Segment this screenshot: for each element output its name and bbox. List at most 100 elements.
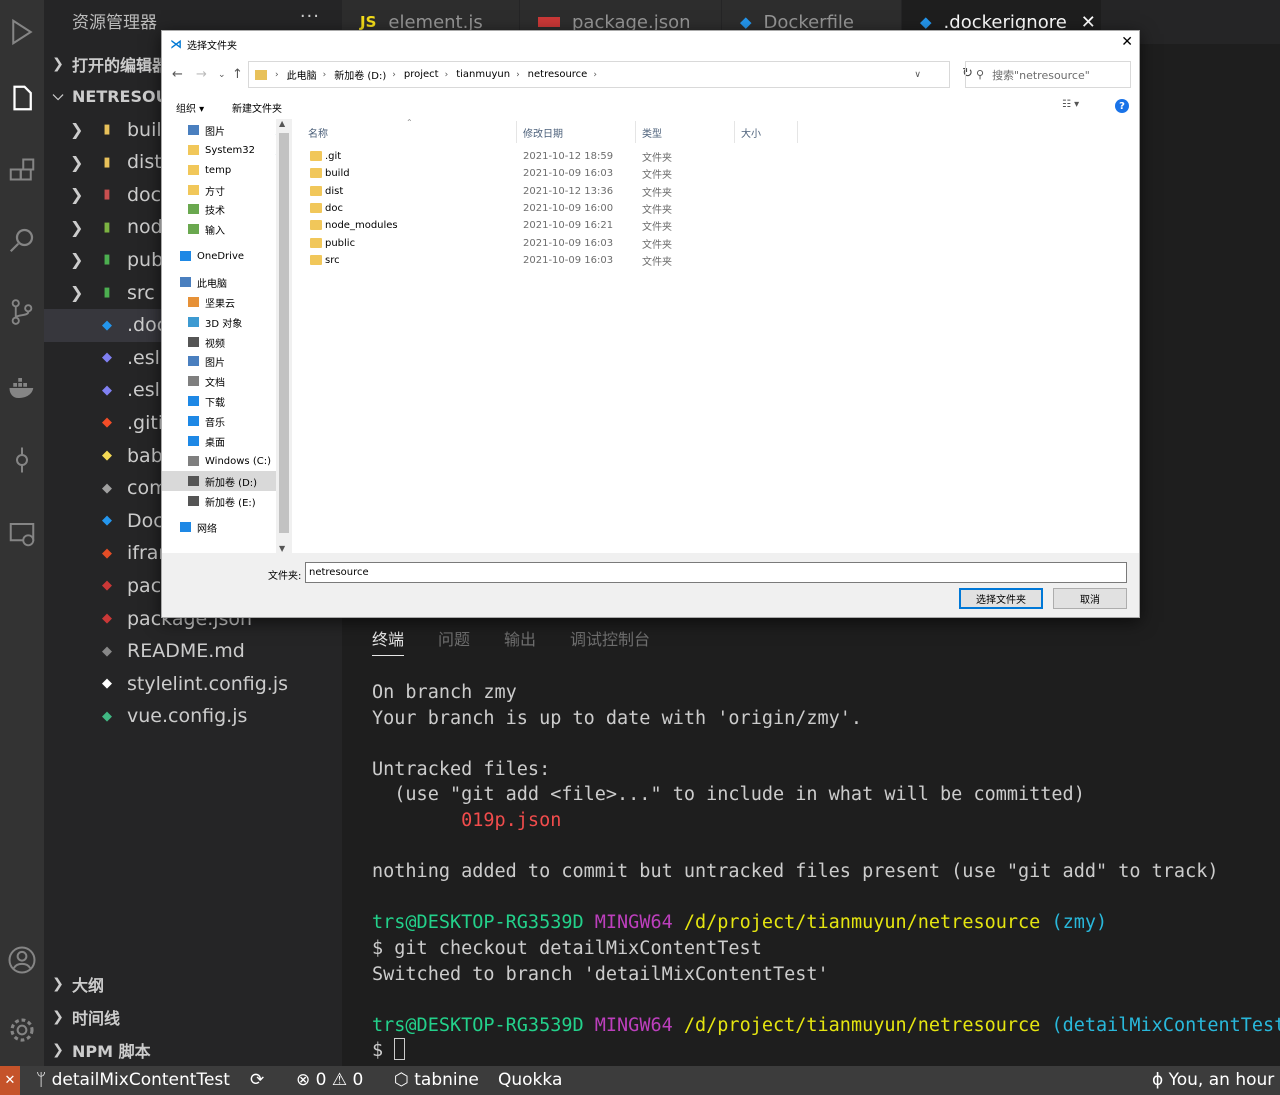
nav-scrollbar[interactable]: ▲ ▼	[276, 119, 292, 553]
nav-item[interactable]: 文档	[162, 371, 291, 391]
timeline-section[interactable]: ❯ 时间线	[44, 1001, 342, 1033]
tree-item[interactable]: ◆ README.md	[44, 635, 342, 668]
tab-problems[interactable]: 问题	[438, 626, 470, 656]
recent-dropdown-icon[interactable]: ⌄	[218, 70, 226, 80]
view-options-icon[interactable]: ☷ ▾	[1062, 99, 1079, 110]
scroll-down-icon[interactable]: ▼	[279, 544, 285, 553]
error-icon: ⊗	[296, 1070, 316, 1090]
search-icon: ⚲	[976, 68, 985, 81]
scrollbar-thumb[interactable]	[279, 133, 289, 533]
tabnine-status[interactable]: ⬡ tabnine	[394, 1070, 479, 1090]
scroll-up-icon[interactable]: ▲	[279, 119, 285, 128]
dialog-close-icon[interactable]: ✕	[1121, 34, 1133, 50]
file-icon: ◆	[102, 415, 112, 431]
search-icon[interactable]	[0, 218, 44, 262]
cancel-button[interactable]: 取消	[1053, 588, 1127, 609]
breadcrumb-item[interactable]: netresource	[528, 69, 588, 80]
file-row[interactable]: .git 2021-10-12 18:59 文件夹	[299, 148, 939, 165]
nav-item[interactable]: 图片	[162, 351, 291, 371]
nav-item[interactable]: 3D 对象	[162, 312, 291, 332]
up-arrow-icon[interactable]: ↑	[232, 67, 243, 82]
terminal-cursor	[394, 1038, 406, 1061]
folder-name-input[interactable]: netresource	[305, 562, 1127, 583]
organize-button[interactable]: 组织 ▾	[176, 100, 204, 115]
breadcrumb-separator: ›	[322, 69, 327, 80]
file-row[interactable]: src 2021-10-09 16:03 文件夹	[299, 252, 939, 269]
nav-item[interactable]: 新加卷 (E:)	[162, 491, 291, 511]
npm-scripts-section[interactable]: ❯ NPM 脚本	[44, 1034, 342, 1066]
run-debug-icon[interactable]	[0, 10, 44, 54]
address-dropdown-icon[interactable]: ∨	[914, 70, 921, 80]
nav-item[interactable]: 此电脑	[162, 272, 291, 292]
forward-arrow-icon[interactable]: →	[196, 67, 207, 82]
nav-item[interactable]: Windows (C:)	[162, 451, 291, 471]
tab-output[interactable]: 输出	[504, 626, 536, 656]
address-bar[interactable]: › 此电脑 › 新加卷 (D:) › project › tianmuyun › net…	[248, 61, 973, 88]
nav-item[interactable]: 桌面	[162, 431, 291, 451]
git-blame-status[interactable]: ϕ You, an hour a	[1152, 1070, 1280, 1090]
column-type[interactable]: 类型	[642, 125, 662, 140]
nav-item[interactable]: 视频	[162, 332, 291, 352]
git-graph-icon[interactable]	[0, 438, 44, 482]
nav-item[interactable]: 音乐	[162, 411, 291, 431]
remote-indicator-icon[interactable]: ✕	[0, 1066, 20, 1095]
remote-explorer-icon[interactable]	[0, 512, 44, 556]
file-row[interactable]: public 2021-10-09 16:03 文件夹	[299, 235, 939, 252]
file-row[interactable]: doc 2021-10-09 16:00 文件夹	[299, 200, 939, 217]
docker-file-icon: ◆	[920, 13, 932, 31]
tab-debug-console[interactable]: 调试控制台	[570, 626, 650, 656]
new-folder-button[interactable]: 新建文件夹	[232, 100, 282, 115]
more-actions-icon[interactable]: ···	[300, 6, 320, 27]
select-folder-button[interactable]: 选择文件夹	[959, 588, 1043, 609]
tree-item[interactable]: ◆ stylelint.config.js	[44, 667, 342, 700]
docker-icon[interactable]	[0, 366, 44, 410]
file-row[interactable]: node_modules 2021-10-09 16:21 文件夹	[299, 217, 939, 234]
quokka-status[interactable]: Quokka	[498, 1070, 562, 1090]
nav-item[interactable]: temp	[162, 160, 291, 180]
nav-item[interactable]: 新加卷 (D:)	[162, 471, 291, 491]
outline-label: 大纲	[72, 976, 105, 995]
column-name[interactable]: 名称	[308, 125, 328, 140]
problems-status[interactable]: ⊗ 0 ⚠ 0	[296, 1070, 363, 1090]
file-row[interactable]: dist 2021-10-12 13:36 文件夹	[299, 183, 939, 200]
breadcrumb-item[interactable]: 新加卷 (D:)	[334, 67, 386, 82]
file-list-header: ⌃ 名称 修改日期 类型 大小	[299, 118, 939, 143]
files-icon[interactable]	[0, 76, 44, 120]
source-control-icon[interactable]	[0, 290, 44, 334]
account-icon[interactable]	[0, 938, 44, 982]
terminal-output[interactable]: On branch zmy Your branch is up to date …	[372, 680, 1280, 1064]
back-arrow-icon[interactable]: ←	[172, 67, 183, 82]
breadcrumb-item[interactable]: tianmuyun	[456, 69, 510, 80]
nav-item[interactable]: 下载	[162, 391, 291, 411]
extensions-icon[interactable]	[0, 150, 44, 194]
error-count: 0	[315, 1070, 327, 1090]
breadcrumb-item[interactable]: 此电脑	[287, 67, 317, 82]
nav-item[interactable]: 网络	[162, 517, 291, 537]
nav-item[interactable]: OneDrive	[162, 246, 291, 266]
nav-item-label: 新加卷 (D:)	[205, 477, 258, 489]
nav-item[interactable]: 坚果云	[162, 292, 291, 312]
tab-terminal[interactable]: 终端	[372, 626, 405, 656]
tabnine-label: tabnine	[414, 1070, 479, 1090]
help-icon[interactable]: ?	[1115, 99, 1129, 113]
chevron-right-icon: ❯	[70, 250, 84, 270]
tree-item[interactable]: ◆ vue.config.js	[44, 700, 342, 733]
file-row[interactable]: build 2021-10-09 16:03 文件夹	[299, 165, 939, 182]
chevron-right-icon: ❯	[70, 152, 84, 172]
search-box[interactable]: ⚲ 搜索"netresource"	[965, 61, 1131, 88]
nav-item[interactable]: System32📌	[162, 140, 291, 160]
settings-gear-icon[interactable]	[0, 1008, 44, 1052]
branch-status[interactable]: ᛘ detailMixContentTest	[36, 1070, 230, 1090]
nav-item[interactable]: 输入	[162, 219, 291, 239]
nav-item[interactable]: 图片📌	[162, 120, 291, 140]
outline-section[interactable]: ❯ 大纲	[44, 968, 342, 1000]
nav-item-icon	[188, 436, 199, 446]
column-size[interactable]: 大小	[741, 125, 761, 140]
column-date[interactable]: 修改日期	[523, 125, 563, 140]
nav-item-icon	[188, 337, 199, 347]
sync-icon[interactable]: ⟳	[250, 1070, 264, 1090]
nav-item[interactable]: 方寸	[162, 180, 291, 200]
nav-item-label: 文档	[205, 377, 225, 389]
nav-item[interactable]: 技术	[162, 199, 291, 219]
breadcrumb-item[interactable]: project	[404, 69, 439, 80]
